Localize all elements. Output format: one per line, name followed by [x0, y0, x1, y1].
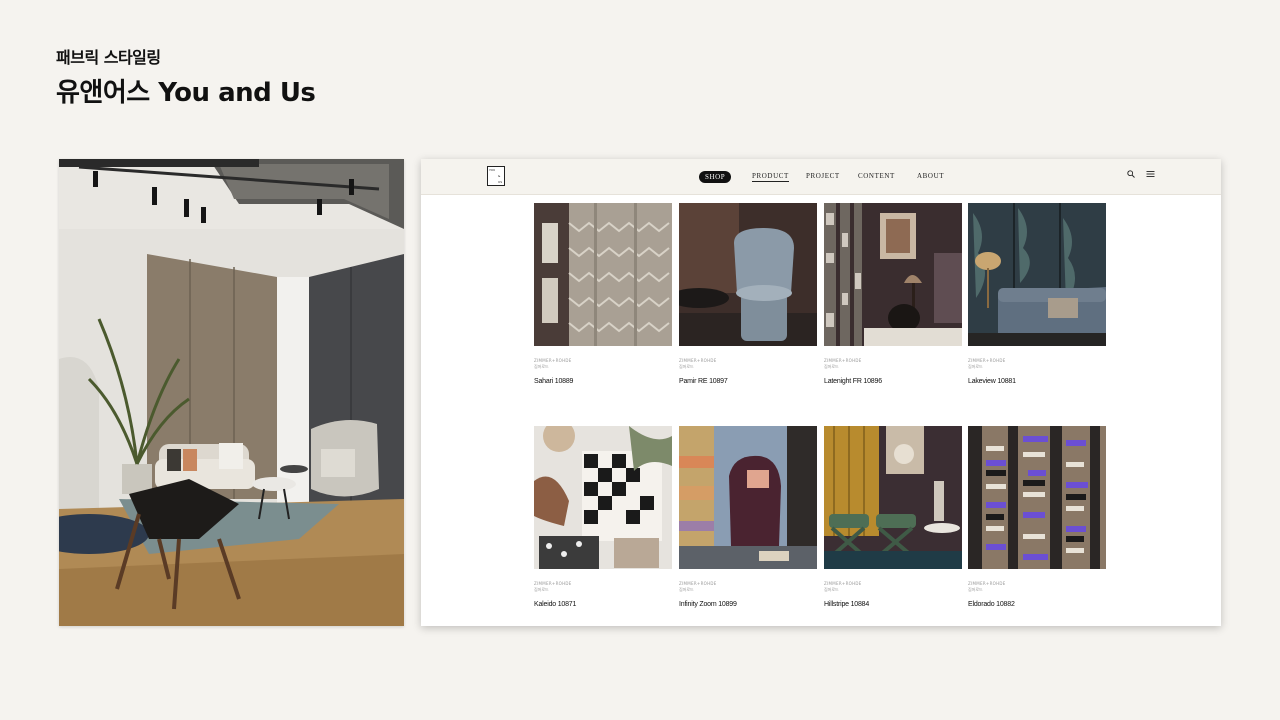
- product-card[interactable]: ZIMMER+ROHDE 짐머로드 Sahari 10889: [534, 203, 672, 385]
- product-card[interactable]: ZIMMER+ROHDE 짐머로드 Kaleido 10871: [534, 426, 672, 608]
- product-card[interactable]: ZIMMER+ROHDE 짐머로드 Pamir RE 10897: [679, 203, 817, 385]
- logo-text-us: US: [498, 180, 503, 184]
- product-brand-ko: 짐머로드: [824, 364, 839, 369]
- product-card[interactable]: ZIMMER+ROHDE 짐머로드 Hillstripe 10884: [824, 426, 962, 608]
- product-image[interactable]: [534, 203, 672, 346]
- product-image[interactable]: [968, 426, 1106, 569]
- product-name[interactable]: Lakeview 10881: [968, 378, 1106, 385]
- product-image[interactable]: [679, 426, 817, 569]
- product-name[interactable]: Infinity Zoom 10899: [679, 601, 817, 608]
- nav-project[interactable]: PROJECT: [806, 172, 840, 180]
- menu-icon[interactable]: [1146, 170, 1155, 180]
- nav-about[interactable]: ABOUT: [917, 172, 944, 180]
- nav-content[interactable]: CONTENT: [858, 172, 895, 180]
- showroom-photo: [59, 159, 404, 626]
- product-name[interactable]: Sahari 10889: [534, 378, 672, 385]
- search-icon[interactable]: [1127, 170, 1135, 180]
- product-image[interactable]: [679, 203, 817, 346]
- product-card[interactable]: ZIMMER+ROHDE 짐머로드 Latenight FR 10896: [824, 203, 962, 385]
- product-brand-ko: 짐머로드: [968, 364, 983, 369]
- product-brand-ko: 짐머로드: [968, 587, 983, 592]
- product-card[interactable]: ZIMMER+ROHDE 짐머로드 Lakeview 10881: [968, 203, 1106, 385]
- product-card[interactable]: ZIMMER+ROHDE 짐머로드 Infinity Zoom 10899: [679, 426, 817, 608]
- product-image[interactable]: [824, 426, 962, 569]
- logo-text-you: YOU: [489, 168, 496, 172]
- site-header: YOU & US SHOP PRODUCT PROJECT CONTENT AB…: [421, 159, 1221, 195]
- page-title: 유앤어스 You and Us: [56, 78, 316, 108]
- product-name[interactable]: Pamir RE 10897: [679, 378, 817, 385]
- product-brand-ko: 짐머로드: [824, 587, 839, 592]
- product-image[interactable]: [824, 203, 962, 346]
- site-logo[interactable]: YOU & US: [487, 166, 505, 186]
- product-name[interactable]: Latenight FR 10896: [824, 378, 962, 385]
- product-brand-ko: 짐머로드: [679, 364, 694, 369]
- product-name[interactable]: Eldorado 10882: [968, 601, 1106, 608]
- logo-text-amp: &: [498, 174, 501, 178]
- product-name[interactable]: Hillstripe 10884: [824, 601, 962, 608]
- product-brand-ko: 짐머로드: [679, 587, 694, 592]
- website-screenshot: YOU & US SHOP PRODUCT PROJECT CONTENT AB…: [421, 159, 1221, 626]
- product-image[interactable]: [968, 203, 1106, 346]
- product-brand-ko: 짐머로드: [534, 587, 549, 592]
- nav-shop[interactable]: SHOP: [699, 171, 732, 183]
- product-card[interactable]: ZIMMER+ROHDE 짐머로드 Eldorado 10882: [968, 426, 1106, 608]
- product-brand-ko: 짐머로드: [534, 364, 549, 369]
- product-name[interactable]: Kaleido 10871: [534, 601, 672, 608]
- page-subtitle: 패브릭 스타일링: [56, 48, 161, 67]
- nav-product[interactable]: PRODUCT: [752, 172, 789, 182]
- product-image[interactable]: [534, 426, 672, 569]
